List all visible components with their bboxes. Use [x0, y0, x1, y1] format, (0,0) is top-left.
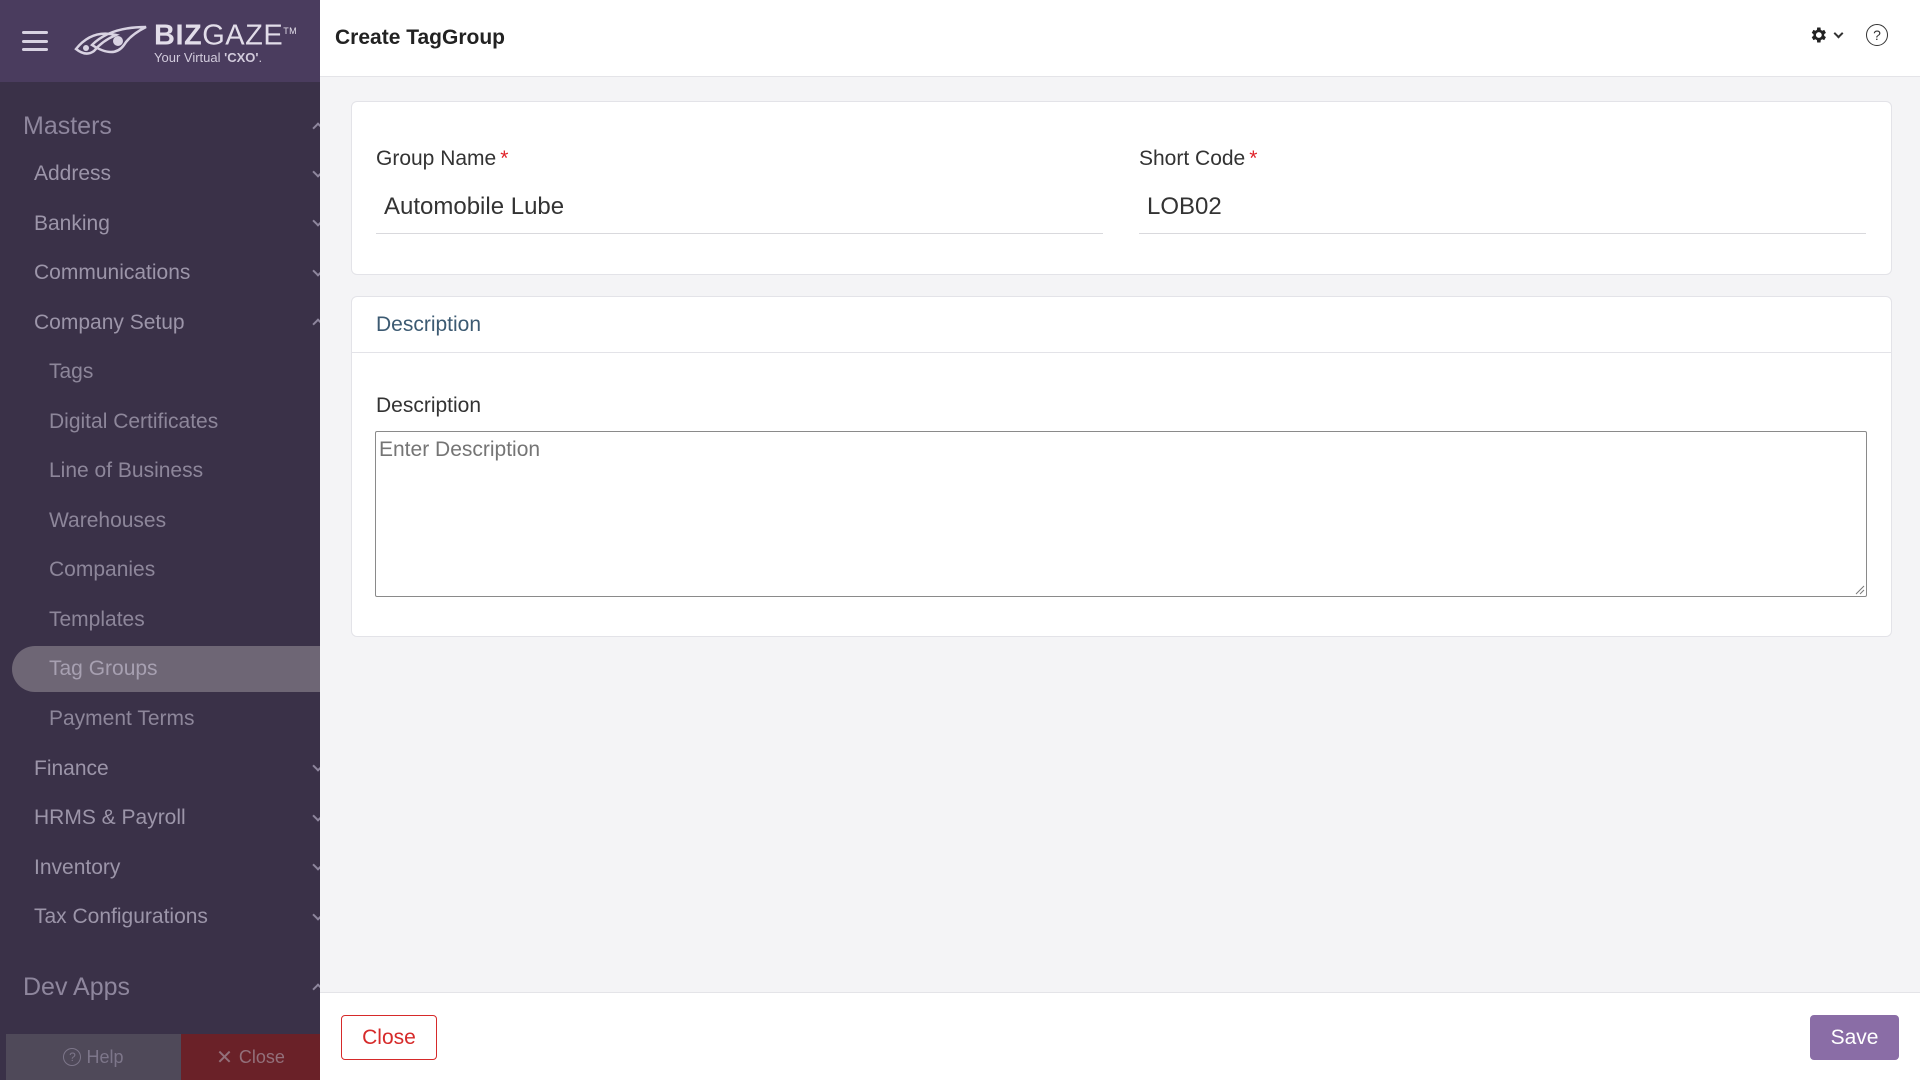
- sidebar-item-payment-terms[interactable]: Payment Terms: [0, 694, 320, 744]
- description-label: Description: [376, 394, 482, 417]
- sidebar-item-warehouses[interactable]: Warehouses: [0, 496, 320, 546]
- chevron-down-icon: [1833, 28, 1844, 39]
- chevron-down-icon: [312, 810, 320, 822]
- sidebar-brand: BIZGAZETM Your Virtual 'CXO'.: [0, 0, 320, 82]
- sidebar-item-company-setup[interactable]: Company Setup: [0, 298, 320, 348]
- short-code-field: Short Code * LOB02: [1139, 147, 1866, 234]
- short-code-label: Short Code *: [1139, 147, 1258, 170]
- sidebar-item-tags[interactable]: Tags: [0, 347, 320, 397]
- sidebar-item-digital-certificates[interactable]: Digital Certificates: [0, 397, 320, 447]
- group-name-field: Group Name * Automobile Lube: [376, 147, 1103, 234]
- description-card: Description Description: [351, 296, 1892, 637]
- close-button[interactable]: Close: [341, 1015, 437, 1060]
- main-panel: Create TagGroup ? Group Name * Automobile…: [320, 0, 1920, 1080]
- help-icon[interactable]: ?: [1866, 24, 1888, 46]
- group-name-input[interactable]: Automobile Lube: [376, 187, 1103, 234]
- resize-handle-icon[interactable]: [1855, 585, 1865, 595]
- sidebar-item-line-of-business[interactable]: Line of Business: [0, 446, 320, 496]
- sidebar-bottom-bar: ? Help ✕ Close: [6, 1034, 320, 1080]
- brand-tagline: Your Virtual 'CXO'.: [154, 50, 263, 66]
- sidebar-item-inventory[interactable]: Inventory: [0, 843, 320, 893]
- chevron-down-icon: [312, 166, 320, 178]
- chevron-down-icon: [312, 859, 320, 871]
- section-dev-apps[interactable]: Dev Apps: [0, 964, 320, 1010]
- settings-dropdown[interactable]: [1808, 25, 1844, 45]
- short-code-input[interactable]: LOB02: [1139, 187, 1866, 234]
- sidebar-item-banking[interactable]: Banking: [0, 199, 320, 249]
- section-masters[interactable]: Masters: [0, 103, 320, 149]
- brand-name: BIZGAZETM: [154, 19, 298, 52]
- sidebar: BIZGAZETM Your Virtual 'CXO'. Masters Ad…: [0, 0, 320, 1080]
- chevron-up-icon: [312, 318, 320, 330]
- sidebar-close-button[interactable]: ✕ Close: [181, 1034, 320, 1080]
- page-title: Create TagGroup: [335, 26, 505, 49]
- description-card-header[interactable]: Description: [352, 297, 1891, 353]
- chevron-down-icon: [312, 215, 320, 227]
- sidebar-help-button[interactable]: ? Help: [6, 1034, 181, 1080]
- chevron-up-icon: [312, 122, 320, 134]
- sidebar-item-communications[interactable]: Communications: [0, 248, 320, 298]
- logo: BIZGAZETM Your Virtual 'CXO'.: [72, 16, 297, 67]
- gear-icon: [1811, 27, 1826, 43]
- description-textarea[interactable]: [375, 431, 1867, 597]
- close-icon: ✕: [216, 1046, 233, 1069]
- sidebar-item-address[interactable]: Address: [0, 149, 320, 199]
- chevron-down-icon: [312, 760, 320, 772]
- chevron-down-icon: [312, 265, 320, 277]
- sidebar-item-hrms-payroll[interactable]: HRMS & Payroll: [0, 793, 320, 843]
- footer-bar: Close Save: [320, 992, 1920, 1080]
- save-button[interactable]: Save: [1810, 1015, 1899, 1060]
- sidebar-item-templates[interactable]: Templates: [0, 595, 320, 645]
- chevron-down-icon: [312, 909, 320, 921]
- sidebar-item-companies[interactable]: Companies: [0, 545, 320, 595]
- hamburger-menu-icon[interactable]: [22, 31, 48, 51]
- group-name-label: Group Name *: [376, 147, 509, 170]
- logo-eye-icon: [74, 25, 147, 55]
- sidebar-item-tag-groups[interactable]: Tag Groups: [12, 646, 320, 692]
- chevron-down-icon: [312, 982, 320, 995]
- general-details-card: Group Name * Automobile Lube Short Code * …: [351, 101, 1892, 275]
- sidebar-item-tax-configurations[interactable]: Tax Configurations: [0, 892, 320, 942]
- header: Create TagGroup ?: [320, 0, 1920, 77]
- sidebar-item-finance[interactable]: Finance: [0, 744, 320, 794]
- question-circle-icon: ?: [63, 1048, 82, 1066]
